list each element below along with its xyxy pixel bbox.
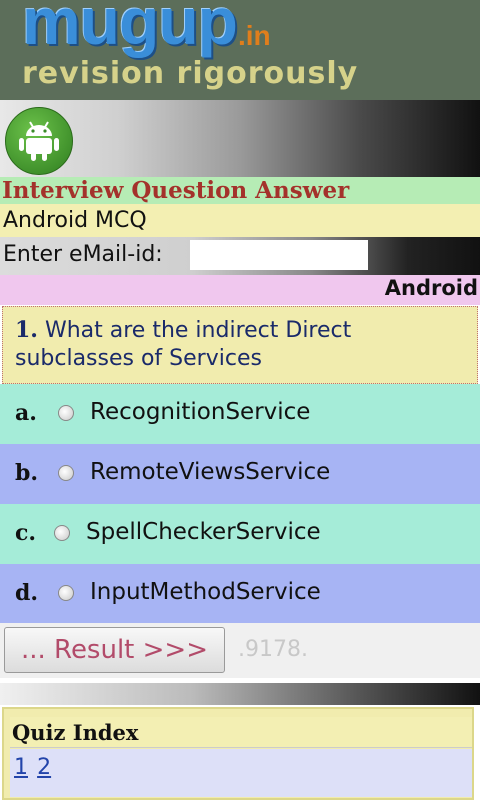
site-banner: mugup .in revision rigorously [0,0,480,100]
option-c[interactable]: c. SpellCheckerService [0,504,480,564]
quiz-index-links: 1 2 [10,749,472,797]
site-logo-domain: .in [238,20,271,51]
quiz-index-title: Quiz Index [12,720,139,745]
site-logo: mugup [22,0,238,58]
result-row: ... Result >>> .9178. [0,623,480,678]
option-letter: c. [15,520,37,546]
section-subtitle-row: Android MCQ [0,204,480,237]
option-text[interactable]: RecognitionService [90,399,310,425]
quiz-index-box: Quiz Index 1 2 [2,707,474,800]
result-button[interactable]: ... Result >>> [4,627,225,673]
android-robot-icon[interactable] [5,107,73,175]
category-row: Android [0,275,480,305]
section-title-row: Interview Question Answer [0,177,480,204]
radio-button-icon[interactable] [58,465,74,481]
option-d[interactable]: d. InputMethodService [0,564,480,624]
option-letter: b. [15,460,39,486]
question-box: 1. What are the indirect Direct subclass… [2,306,478,384]
question-text: What are the indirect Direct subclasses … [15,318,352,371]
divider-bar [0,683,480,705]
question-number: 1. [15,317,38,343]
icon-bar [0,100,480,177]
radio-button-icon[interactable] [58,585,74,601]
option-a[interactable]: a. RecognitionService [0,384,480,444]
site-tagline: revision rigorously [22,56,359,91]
option-letter: d. [15,580,39,606]
section-subtitle: Android MCQ [3,208,147,233]
option-b[interactable]: b. RemoteViewsService [0,444,480,504]
question-text-block: 1. What are the indirect Direct subclass… [15,316,455,373]
option-letter: a. [15,400,37,426]
quiz-page-link-2[interactable]: 2 [37,755,51,780]
radio-button-icon[interactable] [54,525,70,541]
option-text[interactable]: RemoteViewsService [90,459,330,485]
category-label: Android [384,276,478,300]
option-text[interactable]: SpellCheckerService [86,519,321,545]
option-text[interactable]: InputMethodService [90,579,321,605]
result-code: .9178. [238,637,308,662]
email-field[interactable] [190,240,368,270]
radio-button-icon[interactable] [58,405,74,421]
email-label: Enter eMail-id: [3,242,163,267]
section-title: Interview Question Answer [2,177,350,204]
quiz-index-header: Quiz Index [10,717,472,748]
email-row: Enter eMail-id: [0,237,480,275]
quiz-page-link-1[interactable]: 1 [14,755,28,780]
